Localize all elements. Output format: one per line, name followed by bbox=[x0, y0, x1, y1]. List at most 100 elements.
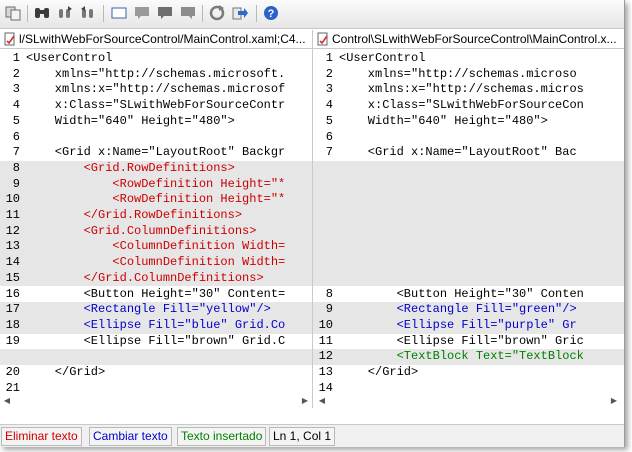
line-number: 9 bbox=[325, 302, 333, 317]
line-number: 1 bbox=[325, 51, 333, 65]
status-bar: Eliminar texto Cambiar texto Texto inser… bbox=[0, 424, 624, 447]
code-line: 21 bbox=[0, 381, 312, 397]
line-text: xmlns:x="http://schemas.micros bbox=[339, 82, 584, 97]
left-code-view[interactable]: 1 <UserControl 2 xmlns="http://schemas.mic… bbox=[0, 51, 312, 406]
scroll-left-arrow-icon[interactable]: ◀ bbox=[2, 396, 12, 406]
line-number: 8 bbox=[12, 160, 20, 175]
line-text: <Ellipse Fill="blue" Grid.Co bbox=[26, 317, 286, 332]
line-number: 4 bbox=[325, 98, 333, 113]
find-previous-icon[interactable] bbox=[56, 4, 74, 22]
line-text: <UserControl bbox=[339, 51, 426, 65]
code-line bbox=[313, 270, 624, 287]
code-line bbox=[313, 208, 624, 224]
line-number: 11 bbox=[318, 333, 333, 348]
code-line: 14 bbox=[313, 381, 624, 397]
line-text: <UserControl bbox=[26, 51, 113, 65]
code-line: 13 <ColumnDefinition Width= bbox=[0, 239, 312, 256]
line-number: 1 bbox=[12, 51, 20, 65]
left-pane: l/SLwithWebForSourceControl/MainControl.… bbox=[0, 30, 313, 408]
code-line: 4 x:Class="SLwithWebForSourceCon bbox=[313, 98, 624, 114]
line-number: 12 bbox=[318, 349, 333, 364]
code-line: 6 bbox=[0, 130, 312, 146]
right-code-view[interactable]: 1 <UserControl 2 xmlns="http://schemas.mic… bbox=[313, 51, 624, 406]
code-line: 3 xmlns:x="http://schemas.microsof bbox=[0, 82, 312, 98]
code-line: 5 Width="640" Height="480"> bbox=[313, 114, 624, 130]
code-line: 8 <Button Height="30" Conten bbox=[313, 287, 624, 303]
code-line: 10 <Ellipse Fill="purple" Gr bbox=[313, 317, 624, 334]
code-line: 12 <Grid.ColumnDefinitions> bbox=[0, 223, 312, 240]
code-line: 1 <UserControl bbox=[0, 51, 312, 67]
line-number: 2 bbox=[325, 66, 333, 81]
toolbar-separator bbox=[256, 5, 257, 22]
code-line bbox=[0, 349, 312, 365]
find-next-icon[interactable] bbox=[79, 4, 97, 22]
document-icon bbox=[316, 32, 330, 46]
line-number: 8 bbox=[325, 286, 333, 301]
comment-alt-icon[interactable] bbox=[179, 4, 197, 22]
copy-icon[interactable] bbox=[4, 4, 22, 22]
binoculars-icon[interactable] bbox=[33, 4, 51, 22]
line-text: <Grid x:Name="LayoutRoot" Bac bbox=[339, 145, 577, 160]
line-text: xmlns="http://schemas.microso bbox=[339, 66, 577, 81]
line-number: 14 bbox=[318, 380, 333, 395]
code-line: 19 <Ellipse Fill="brown" Grid.C bbox=[0, 334, 312, 350]
line-number: 15 bbox=[5, 270, 20, 285]
comment-icon[interactable] bbox=[133, 4, 151, 22]
code-line: 7 <Grid x:Name="LayoutRoot" Bac bbox=[313, 145, 624, 161]
line-number: 3 bbox=[12, 82, 20, 97]
line-text: <RowDefinition Height="* bbox=[26, 192, 286, 207]
line-text: xmlns="http://schemas.microsoft. bbox=[26, 66, 286, 81]
compare-window: ? l/SLwithWebForSourceControl/MainContro… bbox=[0, 0, 625, 447]
rectangle-icon[interactable] bbox=[110, 4, 128, 22]
refresh-icon[interactable] bbox=[208, 4, 226, 22]
line-number: 5 bbox=[12, 113, 20, 128]
line-text: </Grid> bbox=[26, 365, 106, 379]
line-text: <Button Height="30" Conten bbox=[339, 286, 584, 301]
code-line: 20 </Grid> bbox=[0, 365, 312, 381]
code-line: 9 <Rectangle Fill="green"/> bbox=[313, 302, 624, 318]
line-text: Width="640" Height="480"> bbox=[26, 113, 235, 128]
line-number: 13 bbox=[318, 365, 333, 379]
toolbar-separator bbox=[202, 5, 203, 22]
code-line: 6 bbox=[313, 130, 624, 146]
line-number: 7 bbox=[12, 145, 20, 160]
code-line: 18 <Ellipse Fill="blue" Grid.Co bbox=[0, 317, 312, 334]
document-icon bbox=[3, 32, 17, 46]
line-number: 21 bbox=[5, 380, 20, 395]
toolbar-separator bbox=[103, 5, 104, 22]
left-pane-title-bar: l/SLwithWebForSourceControl/MainControl.… bbox=[0, 30, 312, 49]
help-icon[interactable]: ? bbox=[262, 4, 280, 22]
cursor-position: Ln 1, Col 1 bbox=[269, 427, 336, 446]
code-line: 2 xmlns="http://schemas.microso bbox=[313, 67, 624, 83]
code-line bbox=[313, 160, 624, 177]
line-number: 9 bbox=[12, 176, 20, 191]
left-file-path: l/SLwithWebForSourceControl/MainControl.… bbox=[19, 32, 306, 46]
line-text: <Ellipse Fill="brown" Grid.C bbox=[26, 333, 286, 348]
toolbar-separator bbox=[27, 5, 28, 22]
line-number: 10 bbox=[318, 317, 333, 332]
scroll-right-arrow-icon[interactable]: ▶ bbox=[609, 396, 619, 406]
line-text: </Grid.ColumnDefinitions> bbox=[26, 270, 264, 285]
scroll-left-arrow-icon[interactable]: ◀ bbox=[317, 396, 327, 406]
line-text: <Button Height="30" Content= bbox=[26, 286, 286, 301]
line-number: 11 bbox=[5, 208, 20, 222]
legend-changed: Cambiar texto bbox=[89, 427, 172, 446]
code-line: 11 <Ellipse Fill="brown" Gric bbox=[313, 334, 624, 350]
comment-dark-icon[interactable] bbox=[156, 4, 174, 22]
code-line bbox=[313, 239, 624, 256]
line-text: </Grid.RowDefinitions> bbox=[26, 208, 243, 222]
code-line: 8 <Grid.RowDefinitions> bbox=[0, 160, 312, 177]
code-line: 4 x:Class="SLwithWebForSourceContr bbox=[0, 98, 312, 114]
line-text: <ColumnDefinition Width= bbox=[26, 239, 286, 254]
code-line: 10 <RowDefinition Height="* bbox=[0, 192, 312, 208]
line-text: <Rectangle Fill="yellow"/> bbox=[26, 302, 271, 317]
code-line: 9 <RowDefinition Height="* bbox=[0, 176, 312, 193]
right-pane-title-bar: Control\SLwithWebForSourceControl\MainCo… bbox=[313, 30, 624, 49]
scroll-right-arrow-icon[interactable]: ▶ bbox=[300, 396, 310, 406]
line-text: x:Class="SLwithWebForSourceCon bbox=[339, 98, 584, 113]
line-text: xmlns:x="http://schemas.microsof bbox=[26, 82, 286, 97]
export-arrow-icon[interactable] bbox=[231, 4, 249, 22]
code-line bbox=[313, 176, 624, 193]
code-line: 3 xmlns:x="http://schemas.micros bbox=[313, 82, 624, 98]
line-text: <Rectangle Fill="green"/> bbox=[339, 302, 577, 317]
